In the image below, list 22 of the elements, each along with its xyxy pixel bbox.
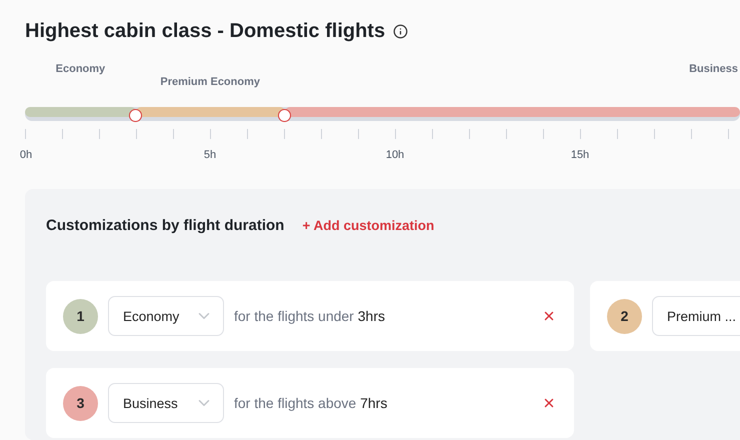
- tick-label: 10h: [386, 149, 404, 161]
- duration-track[interactable]: [25, 107, 740, 121]
- tick-label: 5h: [204, 149, 216, 161]
- cabin-label: Business: [689, 63, 738, 75]
- close-icon[interactable]: [542, 396, 556, 410]
- close-icon[interactable]: [542, 309, 556, 323]
- cabin-select[interactable]: Business: [108, 383, 224, 423]
- tick-label: 15h: [570, 149, 590, 161]
- cabin-select[interactable]: Premium ...: [652, 296, 740, 336]
- step-number: 2: [607, 298, 642, 334]
- info-icon[interactable]: [393, 24, 408, 39]
- condition-text: for the flights above 7hrs: [234, 395, 388, 411]
- add-customization-link[interactable]: + Add customization: [302, 218, 434, 233]
- cabin-label: Premium Economy: [160, 76, 260, 88]
- condition-text: for the flights under 3hrs: [234, 308, 386, 324]
- section-title: Customizations by flight duration: [46, 217, 284, 234]
- cabin-label: Economy: [56, 63, 106, 75]
- tick-label: 0h: [20, 149, 32, 161]
- step-number: 1: [63, 298, 98, 334]
- cabin-select[interactable]: Economy: [108, 296, 224, 336]
- page-title: Highest cabin class - Domestic flights: [25, 20, 386, 43]
- step-number: 3: [63, 386, 98, 420]
